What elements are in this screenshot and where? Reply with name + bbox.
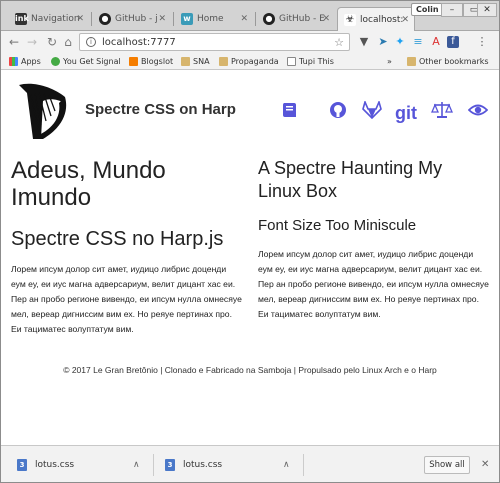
close-tab-icon[interactable]: ✕ (401, 8, 409, 31)
bookmark-label: Tupi This (299, 57, 334, 66)
bookmark-blogslot[interactable]: Blogslot (129, 55, 173, 68)
close-window-button[interactable]: ✕ (477, 3, 497, 17)
extension-lines-icon[interactable]: ≡ (411, 34, 425, 50)
tab-strip: ink Navigation ✕ ● GitHub - j ✕ w Home ✕… (1, 1, 499, 31)
eye-icon[interactable] (467, 101, 489, 125)
folder-icon (181, 57, 190, 66)
github-icon[interactable] (327, 101, 349, 125)
tab-navigation[interactable]: ink Navigation ✕ (9, 7, 89, 31)
tab-github-2[interactable]: ● GitHub - E ✕ (257, 7, 335, 31)
bookmark-sna[interactable]: SNA (181, 55, 210, 68)
chevron-up-icon[interactable]: ∧ (283, 454, 290, 476)
tab-separator (255, 12, 256, 26)
page-icon (287, 57, 296, 66)
divider (303, 454, 304, 476)
bookmark-label: You Get Signal (63, 57, 121, 66)
close-tab-icon[interactable]: ✕ (76, 7, 84, 31)
sub-heading: Spectre CSS no Harp.js (11, 228, 224, 250)
reload-icon[interactable]: ↻ (45, 34, 59, 50)
browser-toolbar: ← → ↻ ⌂ i localhost:7777 ☆ ▼ ➤ ✦ ≡ A f ⋮ (1, 31, 499, 53)
css-file-icon: 3 (165, 459, 175, 471)
signal-icon (51, 57, 60, 66)
right-column: A Spectre Haunting My Linux Box Font Siz… (258, 157, 490, 322)
tab-label: Navigation (31, 14, 80, 24)
sub-heading: Font Size Too Miniscule (258, 217, 417, 234)
tab-home[interactable]: w Home ✕ (175, 7, 253, 31)
page-viewport: Spectre CSS on Harp git Adeus, Mundo Imu… (1, 71, 499, 445)
extension-arrow-icon[interactable]: ➤ (376, 34, 390, 50)
minimize-button[interactable]: – (441, 3, 463, 17)
close-icon[interactable]: ✕ (481, 456, 489, 474)
bookmark-label: SNA (193, 57, 210, 66)
forward-arrow-icon[interactable]: → (25, 34, 39, 50)
main-heading: Adeus, Mundo Imundo (11, 157, 166, 211)
left-column: Adeus, Mundo Imundo Spectre CSS no Harp.… (11, 157, 243, 337)
back-arrow-icon[interactable]: ← (7, 34, 21, 50)
tab-separator (91, 12, 92, 26)
bookmark-label: Blogslot (141, 57, 174, 66)
book-icon[interactable] (279, 101, 301, 125)
other-bookmarks[interactable]: Other bookmarks (407, 55, 489, 68)
site-title[interactable]: Spectre CSS on Harp (85, 101, 236, 118)
chevron-up-icon[interactable]: ∧ (133, 454, 140, 476)
harp-logo-icon[interactable] (13, 81, 71, 143)
gitlab-icon[interactable] (361, 99, 383, 125)
git-icon[interactable]: git (393, 101, 419, 125)
download-item[interactable]: 3 lotus.css (13, 454, 74, 476)
extension-pocket-icon[interactable]: ▼ (357, 34, 371, 50)
download-shelf: 3 lotus.css ∧ 3 lotus.css ∧ Show all ✕ (1, 445, 499, 482)
tab-localhost[interactable]: ☣ localhost: ✕ (337, 7, 415, 31)
bookmark-you-get-signal[interactable]: You Get Signal (51, 55, 121, 68)
tab-label: Home (197, 14, 224, 24)
body-paragraph: Лорем ипсум долор сит амет, иудицо либри… (11, 264, 242, 334)
biohazard-icon: ☣ (344, 14, 356, 26)
page-footer: © 2017 Le Gran Bretônio | Clonado e Fabr… (63, 365, 437, 375)
bookmark-star-icon[interactable]: ☆ (334, 35, 344, 50)
profile-badge[interactable]: Colin (411, 3, 444, 16)
tab-separator (173, 12, 174, 26)
bookmark-propaganda[interactable]: Propaganda (219, 55, 279, 68)
tab-github-1[interactable]: ● GitHub - j ✕ (93, 7, 171, 31)
ink-icon: ink (15, 13, 29, 25)
bookmarks-bar: Apps You Get Signal Blogslot SNA Propaga… (1, 53, 499, 70)
download-filename: lotus.css (35, 460, 75, 470)
info-icon[interactable]: i (86, 37, 96, 47)
folder-icon (219, 57, 228, 66)
twitter-icon[interactable]: ✦ (393, 34, 407, 50)
bookmark-label: Propaganda (231, 57, 279, 66)
bookmark-label: Other bookmarks (419, 57, 489, 66)
home-page-icon: w (181, 13, 193, 25)
divider (153, 454, 154, 476)
url-text[interactable]: localhost:7777 (102, 35, 176, 50)
github-icon: ● (263, 13, 275, 25)
body-paragraph: Лорем ипсум долор сит амет, иудицо либри… (258, 249, 489, 319)
facebook-icon[interactable]: f (447, 36, 459, 48)
css-file-icon: 3 (17, 459, 27, 471)
apps-icon (9, 57, 18, 66)
bookmark-apps[interactable]: Apps (9, 55, 41, 68)
bookmark-tupi-this[interactable]: Tupi This (287, 55, 334, 68)
extension-a-icon[interactable]: A (429, 34, 443, 50)
folder-icon (407, 57, 416, 66)
close-tab-icon[interactable]: ✕ (158, 7, 166, 31)
github-icon: ● (99, 13, 111, 25)
tab-label: GitHub - E (279, 14, 325, 24)
menu-icon[interactable]: ⋮ (475, 34, 489, 50)
bookmarks-overflow-button[interactable]: » (387, 55, 392, 68)
scale-icon[interactable] (431, 101, 453, 125)
close-tab-icon[interactable]: ✕ (322, 7, 330, 31)
tab-label: localhost: (360, 15, 404, 25)
home-icon[interactable]: ⌂ (61, 34, 75, 50)
blogger-icon (129, 57, 138, 66)
bookmark-label: Apps (21, 57, 41, 66)
show-all-button[interactable]: Show all (424, 456, 470, 474)
browser-window: ink Navigation ✕ ● GitHub - j ✕ w Home ✕… (0, 0, 500, 483)
tab-label: GitHub - j (115, 14, 158, 24)
close-tab-icon[interactable]: ✕ (240, 7, 248, 31)
download-filename: lotus.css (183, 460, 223, 470)
main-heading: A Spectre Haunting My Linux Box (258, 158, 443, 201)
download-item[interactable]: 3 lotus.css (161, 454, 222, 476)
address-bar[interactable]: i localhost:7777 ☆ (79, 33, 350, 51)
